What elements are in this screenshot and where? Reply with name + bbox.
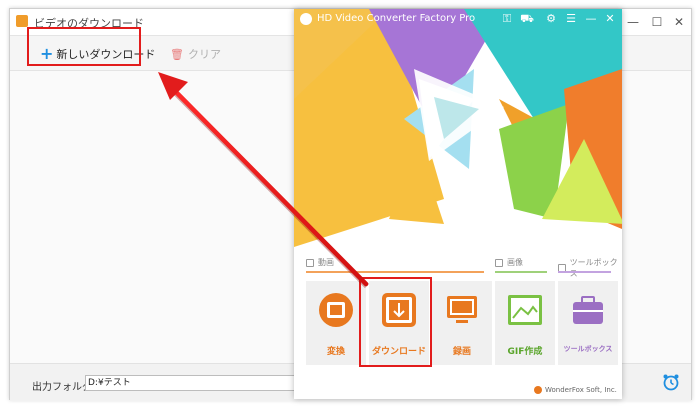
toolbox-label: ツールボックス xyxy=(563,345,613,353)
image-section-icon xyxy=(495,258,503,267)
hero-artwork xyxy=(294,9,622,247)
trash-icon: 🗑 xyxy=(170,47,184,61)
image-icon xyxy=(508,295,542,325)
convert-card[interactable]: 変換 xyxy=(306,281,366,365)
toolbox-icon xyxy=(573,296,603,324)
gif-label: GIF作成 xyxy=(507,347,543,357)
section-image-label: 画像 xyxy=(507,258,523,267)
section-image-underline xyxy=(495,271,547,273)
highlight-new-download xyxy=(27,27,141,66)
highlight-download-card xyxy=(359,277,432,367)
clear-label: クリア xyxy=(187,48,221,61)
footer: WonderFox Soft, Inc. xyxy=(534,386,617,394)
record-icon xyxy=(447,296,477,323)
footer-text: WonderFox Soft, Inc. xyxy=(545,386,617,394)
cart-icon[interactable]: ⛟ xyxy=(520,12,534,26)
section-video-underline xyxy=(306,271,484,273)
video-section-icon xyxy=(306,258,314,267)
record-card[interactable]: 録画 xyxy=(432,281,492,365)
app-logo-icon xyxy=(16,15,28,27)
output-folder-field[interactable]: D:¥テスト xyxy=(85,375,305,391)
section-video-label: 動画 xyxy=(318,258,334,267)
converter-header: HD Video Converter Factory Pro ⚿ ⛟ ⚙ ☰ —… xyxy=(294,9,622,29)
convert-icon xyxy=(319,293,353,327)
close-icon[interactable]: ✕ xyxy=(668,13,690,31)
settings-icon[interactable]: ⚙ xyxy=(544,12,558,26)
section-toolbox-label: ツールボックス xyxy=(569,258,618,278)
gif-card[interactable]: GIF作成 xyxy=(495,281,555,365)
app-logo-icon xyxy=(300,13,312,25)
menu-icon[interactable]: ☰ xyxy=(564,12,578,26)
toolbox-card[interactable]: ツールボックス xyxy=(558,281,618,365)
section-video: 動画 xyxy=(306,257,334,268)
section-toolbox: ツールボックス xyxy=(558,257,622,279)
section-toolbox-underline xyxy=(558,271,611,273)
minimize-icon[interactable]: — xyxy=(622,13,644,31)
maximize-icon[interactable]: ☐ xyxy=(646,13,668,31)
record-label: 録画 xyxy=(452,347,471,357)
minimize-icon[interactable]: — xyxy=(584,12,598,26)
wonderfox-logo-icon xyxy=(534,386,542,394)
section-image: 画像 xyxy=(495,257,523,268)
app-name: HD Video Converter Factory Pro xyxy=(317,13,476,24)
key-icon[interactable]: ⚿ xyxy=(500,12,514,26)
clear-button[interactable]: 🗑 クリア xyxy=(170,45,221,63)
screen: ビデオのダウンロード — ☐ ✕ + 新しいダウンロード 🗑 クリア 出力フォル… xyxy=(0,0,700,407)
convert-label: 変換 xyxy=(326,347,345,357)
converter-main-window: HD Video Converter Factory Pro ⚿ ⛟ ⚙ ☰ —… xyxy=(294,9,622,399)
alarm-clock-icon[interactable] xyxy=(661,372,681,392)
close-icon[interactable]: ✕ xyxy=(603,12,617,26)
